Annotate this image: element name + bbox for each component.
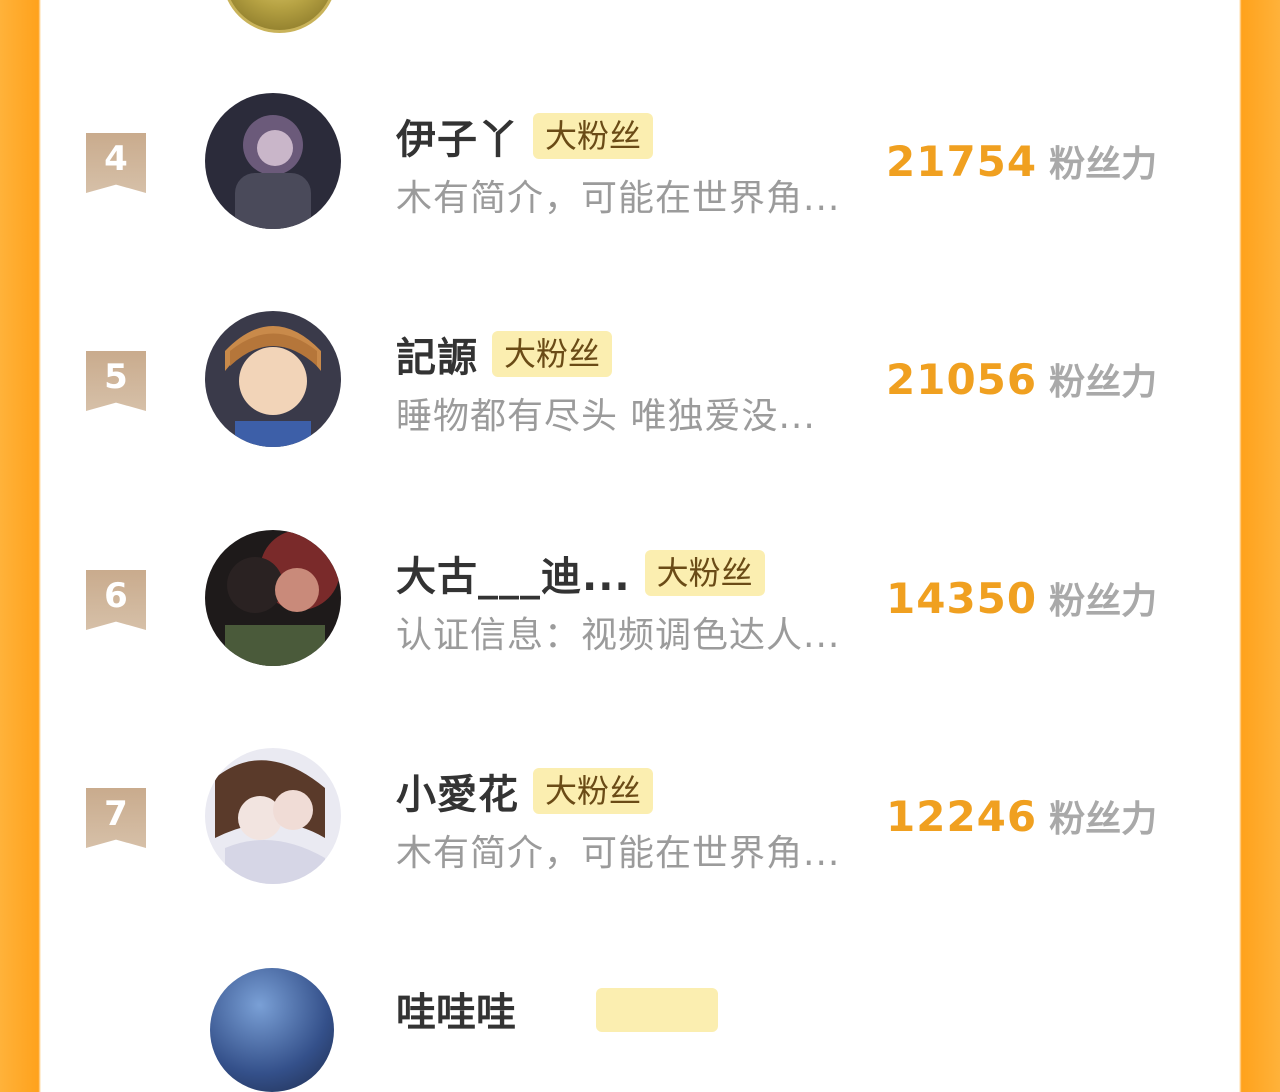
user-bio: 认证信息：视频调色达人... xyxy=(396,615,841,656)
avatar[interactable] xyxy=(205,530,341,666)
fan-power-value: 14350 xyxy=(886,574,1038,623)
avatar[interactable] xyxy=(205,93,341,229)
list-item[interactable]: 4 伊子丫 大粉丝 木有简介，可能在世界角... 21754 粉丝力 xyxy=(0,93,1280,253)
fan-level-badge: 大粉丝 xyxy=(533,113,654,159)
user-bio: 木有简介，可能在世界角... xyxy=(396,833,841,874)
fan-level-badge: 大粉丝 xyxy=(533,768,654,814)
fan-power-value: 12246 xyxy=(886,792,1038,841)
avatar-rank-8-partial[interactable] xyxy=(210,968,334,1092)
fan-power-value: 21754 xyxy=(886,137,1038,186)
list-item[interactable]: 7 小愛花 大粉丝 木有简介，可能在世界角... 12246 粉丝力 xyxy=(0,748,1280,908)
rank-tag: 7 xyxy=(86,788,146,848)
fan-power-unit: 粉丝力 xyxy=(1049,581,1158,622)
fan-power-unit: 粉丝力 xyxy=(1049,362,1158,403)
fan-level-badge-partial xyxy=(596,988,718,1032)
rank-tag: 4 xyxy=(86,133,146,193)
user-name-partial[interactable]: 哇哇哇 xyxy=(396,980,516,1038)
rank-tag: 6 xyxy=(86,570,146,630)
rank-tag: 5 xyxy=(86,351,146,411)
user-bio: 木有简介，可能在世界角... xyxy=(396,178,841,219)
fan-level-badge: 大粉丝 xyxy=(492,331,613,377)
user-name[interactable]: 小愛花 xyxy=(396,762,519,820)
avatar[interactable] xyxy=(205,748,341,884)
user-name[interactable]: 記謜 xyxy=(396,325,478,383)
fan-level-badge: 大粉丝 xyxy=(644,550,765,596)
user-name[interactable]: 大古___迪... xyxy=(396,544,631,602)
fan-power-value: 21056 xyxy=(886,355,1038,404)
avatar[interactable] xyxy=(205,311,341,447)
user-name[interactable]: 伊子丫 xyxy=(396,107,519,165)
user-bio: 睡物都有尽头 唯独爱没... xyxy=(396,396,816,437)
list-item[interactable]: 6 大古___迪... 大粉丝 认证信息：视频调色达人... 14350 粉丝力 xyxy=(0,530,1280,690)
fan-power-unit: 粉丝力 xyxy=(1049,144,1158,185)
list-item[interactable]: 5 記謜 大粉丝 睡物都有尽头 唯独爱没... 21056 粉丝力 xyxy=(0,311,1280,471)
fan-power-unit: 粉丝力 xyxy=(1049,799,1158,840)
